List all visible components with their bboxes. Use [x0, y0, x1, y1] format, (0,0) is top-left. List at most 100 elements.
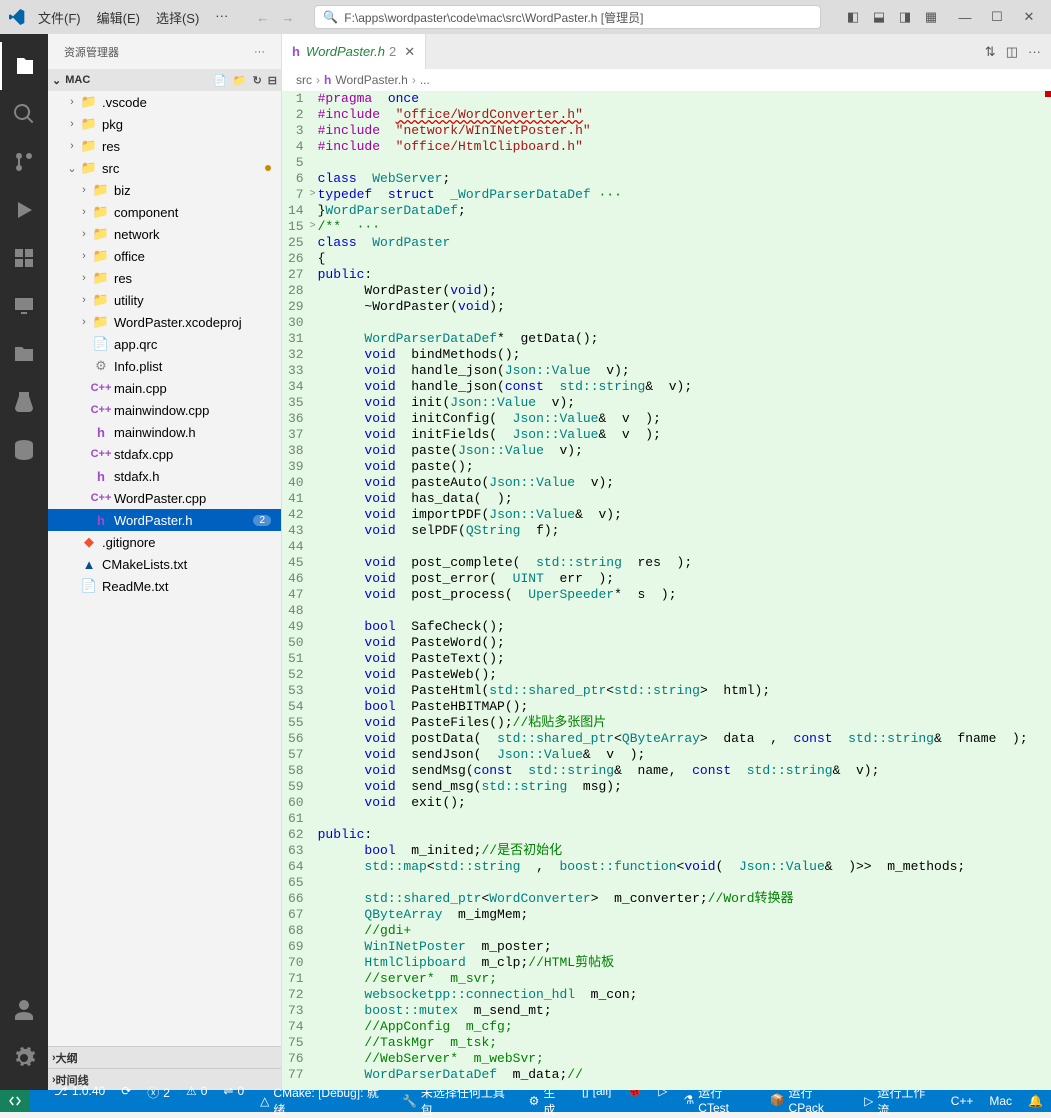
maximize-button[interactable]: ☐	[983, 3, 1011, 31]
search-icon: 🔍	[323, 10, 338, 24]
database-icon[interactable]	[0, 426, 48, 474]
more-actions-icon[interactable]: ···	[1028, 44, 1041, 59]
folder-icon: 📁	[80, 138, 98, 154]
tree-item[interactable]: ›📁WordPaster.xcodeproj	[48, 311, 281, 333]
folder-icon: 📁	[92, 270, 110, 286]
close-button[interactable]: ✕	[1015, 3, 1043, 31]
bell-icon: 🔔	[1028, 1094, 1043, 1108]
tree-item[interactable]: 📄ReadMe.txt	[48, 575, 281, 597]
layout-customize-icon[interactable]: ▦	[919, 5, 943, 29]
tree-item[interactable]: ›📁utility	[48, 289, 281, 311]
tree-item[interactable]: ›📁res	[48, 135, 281, 157]
outline-section[interactable]: › 大纲	[48, 1046, 281, 1068]
statusbar-item[interactable]: ⎇1.0.40	[46, 1084, 113, 1098]
statusbar-item[interactable]: ⇌0	[215, 1084, 252, 1098]
explorer-icon[interactable]	[0, 42, 48, 90]
modified-dot-icon	[265, 165, 271, 171]
menu-item[interactable]: 文件(F)	[30, 4, 89, 31]
statusbar-item[interactable]: Mac	[981, 1094, 1020, 1108]
chevron-right-icon: ›	[76, 250, 92, 262]
testing-icon[interactable]	[0, 378, 48, 426]
tree-item[interactable]: ›📁.vscode	[48, 91, 281, 113]
compare-icon[interactable]: ⇅	[985, 44, 996, 60]
sidebar-header: 资源管理器 ···	[48, 34, 281, 69]
layout-right-icon[interactable]: ◨	[893, 5, 917, 29]
tree-item[interactable]: ›📁component	[48, 201, 281, 223]
account-icon[interactable]	[0, 986, 48, 1034]
main-menu: 文件(F)编辑(E)选择(S)···	[30, 4, 236, 31]
file-file-icon: 📄	[92, 336, 110, 352]
tab-modified-badge: 2	[389, 44, 396, 59]
chevron-down-icon: ⌄	[64, 162, 80, 175]
collapse-icon[interactable]: ⊟	[268, 74, 277, 87]
statusbar-item[interactable]: ⟳	[113, 1084, 139, 1098]
tree-label: network	[114, 227, 160, 242]
tree-item[interactable]: ⌄📁src	[48, 157, 281, 179]
folder-icon: 📁	[80, 116, 98, 132]
tree-label: utility	[114, 293, 144, 308]
tree-item[interactable]: 📄app.qrc	[48, 333, 281, 355]
layout-left-icon[interactable]: ◧	[841, 5, 865, 29]
statusbar-item[interactable]: ⓧ2	[139, 1084, 178, 1101]
tree-item[interactable]: ›📁pkg	[48, 113, 281, 135]
tree-item[interactable]: hWordPaster.h2	[48, 509, 281, 531]
tree-item[interactable]: hmainwindow.h	[48, 421, 281, 443]
nav-forward-icon[interactable]: →	[281, 10, 294, 25]
sidebar-more-icon[interactable]: ···	[254, 46, 265, 58]
run-debug-icon[interactable]	[0, 186, 48, 234]
extensions-icon[interactable]	[0, 234, 48, 282]
tree-item[interactable]: ›📁office	[48, 245, 281, 267]
explorer-root[interactable]: ⌄ MAC 📄 📁 ↻ ⊟	[48, 69, 281, 91]
new-folder-icon[interactable]: 📁	[233, 74, 247, 87]
fold-icon[interactable]: >	[310, 187, 316, 203]
source-control-icon[interactable]	[0, 138, 48, 186]
statusbar-item[interactable]: ⚠0	[178, 1084, 215, 1098]
search-activity-icon[interactable]	[0, 90, 48, 138]
remote-explorer-icon[interactable]	[0, 282, 48, 330]
h-file-icon: h	[324, 73, 331, 87]
tree-item[interactable]: ⚙Info.plist	[48, 355, 281, 377]
tree-item[interactable]: ›📁biz	[48, 179, 281, 201]
minimize-button[interactable]: ―	[951, 3, 979, 31]
problems-badge: 2	[253, 515, 271, 526]
fold-icon[interactable]: >	[310, 219, 316, 235]
new-file-icon[interactable]: 📄	[213, 74, 227, 87]
statusbar: ⎇1.0.40⟳ⓧ2⚠0⇌0△CMake: [Debug]: 就绪🔧未选择任何工…	[0, 1090, 1051, 1112]
split-icon[interactable]: ◫	[1006, 44, 1018, 60]
menu-item[interactable]: 编辑(E)	[89, 4, 148, 31]
settings-gear-icon[interactable]	[0, 1034, 48, 1082]
nav-back-icon[interactable]: ←	[256, 10, 269, 25]
command-center[interactable]: 🔍 F:\apps\wordpaster\code\mac\src\WordPa…	[314, 5, 821, 29]
tree-label: biz	[114, 183, 131, 198]
tree-label: office	[114, 249, 145, 264]
layout-bottom-icon[interactable]: ⬓	[867, 5, 891, 29]
tab-wordpaster-h[interactable]: h WordPaster.h 2 ✕	[282, 34, 426, 69]
warn-icon: ⚠	[186, 1084, 197, 1098]
tree-item[interactable]: ◆.gitignore	[48, 531, 281, 553]
tree-item[interactable]: hstdafx.h	[48, 465, 281, 487]
menu-item[interactable]: 选择(S)	[148, 4, 207, 31]
breadcrumb[interactable]: src › h WordPaster.h › ...	[282, 69, 1051, 91]
remote-indicator[interactable]	[0, 1090, 30, 1112]
tab-bar: h WordPaster.h 2 ✕ ⇅ ◫ ···	[282, 34, 1051, 69]
menu-item[interactable]: ···	[207, 4, 236, 31]
close-tab-icon[interactable]: ✕	[404, 44, 415, 60]
tree-item[interactable]: ▲CMakeLists.txt	[48, 553, 281, 575]
tree-item[interactable]: C++mainwindow.cpp	[48, 399, 281, 421]
tree-item[interactable]: ›📁res	[48, 267, 281, 289]
folder-activity-icon[interactable]	[0, 330, 48, 378]
tree-item[interactable]: C++stdafx.cpp	[48, 443, 281, 465]
code-editor[interactable]: 1234567>1415>252627282930313233343536373…	[282, 91, 1051, 1090]
statusbar-item[interactable]: C++	[943, 1094, 982, 1108]
tree-item[interactable]: ›📁network	[48, 223, 281, 245]
tree-label: WordPaster.xcodeproj	[114, 315, 242, 330]
tree-label: Info.plist	[114, 359, 162, 374]
refresh-icon[interactable]: ↻	[253, 74, 262, 87]
sync-icon: ⟳	[121, 1084, 131, 1098]
statusbar-item[interactable]: 🔔	[1020, 1094, 1051, 1108]
chevron-right-icon: ›	[76, 272, 92, 284]
tree-label: WordPaster.cpp	[114, 491, 206, 506]
tree-item[interactable]: C++WordPaster.cpp	[48, 487, 281, 509]
tree-item[interactable]: C++main.cpp	[48, 377, 281, 399]
minimap[interactable]	[1045, 91, 1051, 1090]
